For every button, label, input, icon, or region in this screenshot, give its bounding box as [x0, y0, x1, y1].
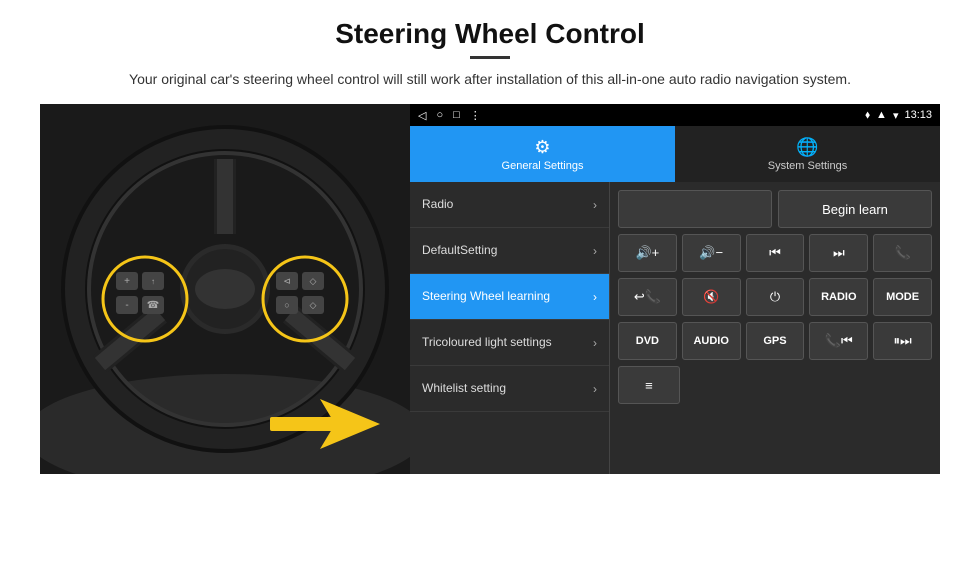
- menu-item-tricolour[interactable]: Tricoloured light settings ›: [410, 320, 609, 366]
- main-area: Radio › DefaultSetting › Steering Wheel …: [410, 182, 940, 474]
- controls-row2: 🔊+ 🔊− ⏮ ⏭ 📞: [618, 234, 932, 272]
- menu-radio-label: Radio: [422, 197, 453, 213]
- controls-row4: DVD AUDIO GPS 📞⏮ ⏸⏭: [618, 322, 932, 360]
- blank-box: [618, 190, 772, 228]
- svg-text:☎: ☎: [147, 300, 159, 311]
- chevron-icon: ›: [593, 244, 597, 258]
- dvd-label: DVD: [636, 335, 659, 347]
- menu-swl-label: Steering Wheel learning: [422, 289, 550, 305]
- system-settings-icon: 🌐: [796, 137, 818, 158]
- mode-label: MODE: [886, 291, 919, 303]
- menu-list: Radio › DefaultSetting › Steering Wheel …: [410, 182, 610, 474]
- wifi-icon: ▾: [893, 109, 899, 122]
- svg-text:○: ○: [284, 300, 289, 310]
- radio-button[interactable]: RADIO: [809, 278, 868, 316]
- page-subtitle: Your original car's steering wheel contr…: [40, 69, 940, 90]
- nav-square-icon[interactable]: □: [453, 109, 460, 122]
- tab-general-label: General Settings: [502, 160, 584, 172]
- hangup-button[interactable]: ↩📞: [618, 278, 677, 316]
- call-button[interactable]: 📞: [873, 234, 932, 272]
- statusbar: ◁ ○ □ ⋮ ⬧ ▲ ▾ 13:13: [410, 104, 940, 126]
- menu-item-radio[interactable]: Radio ›: [410, 182, 609, 228]
- mute-button[interactable]: 🔇: [682, 278, 741, 316]
- controls-row5: ≡: [618, 366, 932, 404]
- chevron-icon: ›: [593, 290, 597, 304]
- steering-wheel-image: + ↑ - ☎ ⊲ ◇ ○ ◇: [40, 104, 410, 474]
- menu-item-whitelist[interactable]: Whitelist setting ›: [410, 366, 609, 412]
- nav-back-icon[interactable]: ◁: [418, 109, 426, 122]
- chevron-icon: ›: [593, 382, 597, 396]
- prev-button[interactable]: ⏮: [746, 234, 805, 272]
- title-divider: [470, 56, 510, 59]
- menu-default-label: DefaultSetting: [422, 243, 497, 259]
- svg-text:-: -: [125, 300, 128, 311]
- next-button[interactable]: ⏭: [809, 234, 868, 272]
- vol-up-button[interactable]: 🔊+: [618, 234, 677, 272]
- pause-next-icon: ⏸⏭: [893, 333, 911, 349]
- tab-system[interactable]: 🌐 System Settings: [675, 126, 940, 182]
- page-title: Steering Wheel Control: [40, 18, 940, 50]
- dvd-button[interactable]: DVD: [618, 322, 677, 360]
- menu-item-default[interactable]: DefaultSetting ›: [410, 228, 609, 274]
- pause-next-button[interactable]: ⏸⏭: [873, 322, 932, 360]
- chevron-icon: ›: [593, 198, 597, 212]
- gps-button[interactable]: GPS: [746, 322, 805, 360]
- general-settings-icon: ⚙: [534, 137, 550, 158]
- menu-whitelist-label: Whitelist setting: [422, 381, 506, 397]
- svg-text:◇: ◇: [310, 300, 317, 310]
- menu-item-swl[interactable]: Steering Wheel learning ›: [410, 274, 609, 320]
- tab-general[interactable]: ⚙ General Settings: [410, 126, 675, 182]
- vol-down-icon: 🔊−: [699, 245, 723, 261]
- vol-up-icon: 🔊+: [636, 245, 660, 261]
- svg-text:◇: ◇: [310, 276, 317, 286]
- svg-text:+: +: [124, 276, 130, 287]
- nav-home-icon[interactable]: ○: [436, 109, 443, 122]
- signal-icon: ▲: [876, 109, 887, 121]
- audio-label: AUDIO: [693, 335, 728, 347]
- chevron-icon: ›: [593, 336, 597, 350]
- time-display: 13:13: [904, 109, 932, 121]
- audio-button[interactable]: AUDIO: [682, 322, 741, 360]
- menu-tricolour-label: Tricoloured light settings: [422, 335, 552, 351]
- call-icon: 📞: [894, 245, 910, 261]
- radio-label: RADIO: [821, 291, 856, 303]
- controls-area: Begin learn 🔊+ 🔊− ⏮: [610, 182, 940, 474]
- controls-row1: Begin learn: [618, 190, 932, 228]
- next-icon: ⏭: [833, 245, 845, 261]
- statusbar-info: ⬧ ▲ ▾ 13:13: [865, 109, 932, 122]
- tel-prev-icon: 📞⏮: [825, 333, 853, 349]
- tel-prev-button[interactable]: 📞⏮: [809, 322, 868, 360]
- tab-system-label: System Settings: [768, 160, 847, 172]
- svg-text:⊲: ⊲: [283, 276, 291, 286]
- location-icon: ⬧: [865, 109, 870, 122]
- gps-label: GPS: [763, 335, 786, 347]
- power-button[interactable]: ⏻: [746, 278, 805, 316]
- begin-learn-label: Begin learn: [822, 202, 888, 217]
- tabs-row: ⚙ General Settings 🌐 System Settings: [410, 126, 940, 182]
- nav-menu-icon[interactable]: ⋮: [470, 109, 481, 122]
- android-panel: ◁ ○ □ ⋮ ⬧ ▲ ▾ 13:13 ⚙ General Settings: [410, 104, 940, 474]
- mute-icon: 🔇: [703, 289, 719, 305]
- statusbar-nav: ◁ ○ □ ⋮: [418, 109, 481, 122]
- begin-learn-button[interactable]: Begin learn: [778, 190, 932, 228]
- hangup-icon: ↩📞: [634, 289, 661, 305]
- controls-row3: ↩📞 🔇 ⏻ RADIO MODE: [618, 278, 932, 316]
- mode-button[interactable]: MODE: [873, 278, 932, 316]
- list-button[interactable]: ≡: [618, 366, 680, 404]
- content-row: + ↑ - ☎ ⊲ ◇ ○ ◇: [40, 104, 940, 474]
- vol-down-button[interactable]: 🔊−: [682, 234, 741, 272]
- list-icon: ≡: [645, 378, 653, 393]
- prev-icon: ⏮: [769, 245, 781, 261]
- svg-text:↑: ↑: [151, 277, 155, 286]
- power-icon: ⏻: [770, 289, 780, 305]
